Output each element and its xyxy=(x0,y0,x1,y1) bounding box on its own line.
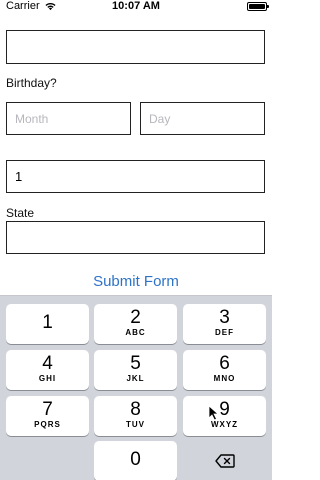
key-letters: ABC xyxy=(125,328,146,337)
birthday-label: Birthday? xyxy=(6,76,57,90)
key-2[interactable]: 2 ABC xyxy=(94,304,177,344)
month-input[interactable] xyxy=(7,103,130,134)
key-5[interactable]: 5 JKL xyxy=(94,350,177,390)
status-bar: Carrier 10:07 AM xyxy=(0,0,272,14)
day-input[interactable] xyxy=(141,103,264,134)
key-letters: GHI xyxy=(38,374,57,383)
key-digit: 8 xyxy=(130,399,141,420)
backspace-icon xyxy=(214,454,235,468)
top-text-input[interactable] xyxy=(7,31,264,63)
key-0[interactable]: 0 xyxy=(94,441,177,480)
key-digit: 6 xyxy=(219,353,230,374)
key-digit: 5 xyxy=(130,353,141,374)
number-field[interactable] xyxy=(6,160,265,193)
day-field[interactable] xyxy=(140,102,265,135)
key-8[interactable]: 8 TUV xyxy=(94,396,177,436)
number-input[interactable] xyxy=(7,161,264,192)
key-digit: 7 xyxy=(42,399,53,420)
numeric-keypad: 1 2 ABC 3 DEF 4 GHI 5 JKL 6 MNO 7 PQRS 8… xyxy=(0,295,272,480)
month-field[interactable] xyxy=(6,102,131,135)
key-letters: JKL xyxy=(126,374,145,383)
mouse-pointer-icon xyxy=(208,405,220,421)
key-1[interactable]: 1 xyxy=(6,304,89,344)
key-9[interactable]: 9 WXYZ xyxy=(183,396,266,436)
submit-form-button[interactable]: Submit Form xyxy=(0,273,272,290)
key-digit: 3 xyxy=(219,307,230,328)
key-digit: 4 xyxy=(42,353,53,374)
battery-icon xyxy=(247,2,269,11)
state-field[interactable] xyxy=(6,221,265,254)
key-letters: MNO xyxy=(213,374,236,383)
key-digit: 2 xyxy=(130,307,141,328)
status-time: 10:07 AM xyxy=(112,0,160,12)
key-6[interactable]: 6 MNO xyxy=(183,350,266,390)
top-text-field[interactable] xyxy=(6,30,265,64)
key-4[interactable]: 4 GHI xyxy=(6,350,89,390)
key-7[interactable]: 7 PQRS xyxy=(6,396,89,436)
key-digit: 0 xyxy=(130,449,141,470)
state-label: State xyxy=(6,206,35,220)
key-digit: 9 xyxy=(219,399,230,420)
state-input[interactable] xyxy=(7,222,264,253)
key-letters: DEF xyxy=(215,328,234,337)
key-letters: WXYZ xyxy=(210,420,239,429)
delete-key[interactable] xyxy=(183,441,266,480)
key-letters: TUV xyxy=(126,420,145,429)
key-letters: PQRS xyxy=(34,420,61,429)
key-3[interactable]: 3 DEF xyxy=(183,304,266,344)
key-digit: 1 xyxy=(42,312,53,333)
